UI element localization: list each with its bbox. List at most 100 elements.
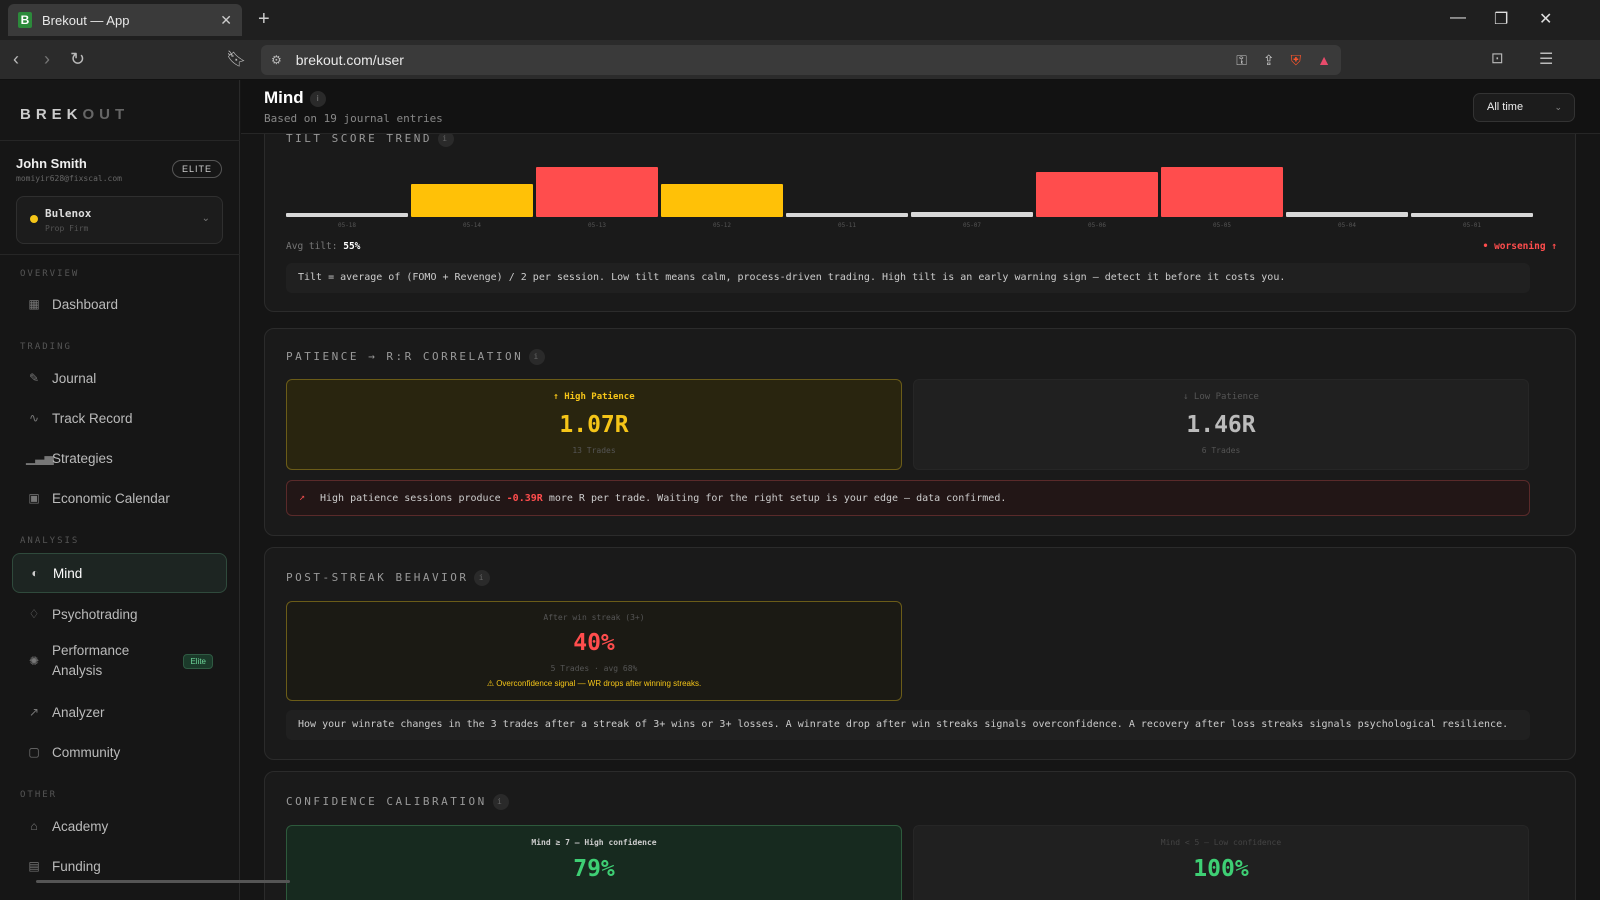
info-icon[interactable]: i [309,90,326,107]
sidebar-item-funding[interactable]: ▤ Funding [12,848,227,884]
signal-bars-icon: ▁▃▅ [26,451,54,465]
lightbulb-icon: ♢ [28,607,40,621]
page-title: Mind i [264,88,326,108]
graduation-cap-icon: ⌂ [30,819,38,833]
section-trading: TRADING [20,342,72,352]
tilt-date-label: 05-11 [837,222,857,229]
tilt-bar-05-13[interactable] [536,167,658,217]
patience-correlation-card: PATIENCE → R:R CORRELATION i ↑ High Patie… [264,328,1576,536]
high-confidence-value: 79% [573,856,615,882]
tilt-bar-05-01[interactable] [1411,213,1533,217]
brekout-logo[interactable]: BREKOUT [20,106,129,123]
site-settings-icon[interactable]: ⚙ [271,53,282,67]
pencil-icon: ✎ [28,371,40,385]
sidebar: BREKOUT John Smith momiyir628@fixscal.co… [0,80,240,900]
chevron-down-icon: ⌄ [1554,102,1562,112]
user-email: momiyir628@fixscal.com [16,174,122,183]
tilt-date-label: 05-07 [962,222,982,229]
info-icon[interactable]: i [474,570,491,586]
restore-icon[interactable]: ❐ [1494,9,1508,29]
firm-status-dot [30,215,38,223]
key-icon[interactable]: ⚿ [1236,52,1247,69]
briefcase-icon: ▤ [28,859,40,873]
trending-up-icon: ↗ [28,705,40,719]
activity-icon: ∿ [28,411,40,425]
minimize-icon[interactable]: — [1450,9,1466,27]
tilt-bar-05-04[interactable] [1286,212,1408,217]
tilt-bar-05-18[interactable] [286,213,408,217]
card-title: CONFIDENCE CALIBRATION i [286,794,509,810]
post-streak-card: POST-STREAK BEHAVIOR i After win streak (… [264,547,1576,760]
tilt-bar-05-11[interactable] [786,213,908,217]
calendar-icon: ▣ [28,491,40,505]
tilt-date-axis: 05-18 05-14 05-13 05-12 05-11 05-07 05-06 05-05… [286,222,1536,232]
section-analysis: ANALYSIS [20,536,80,546]
elite-pill: Elite [183,653,213,669]
tilt-date-label: 05-05 [1212,222,1232,229]
high-patience-value: 1.07R [559,412,629,438]
brain-icon: ◐ [31,566,39,580]
sidebar-item-journal[interactable]: ✎ Journal [12,360,227,396]
win-streak-box: After win streak (3+) 40% 5 Trades · avg… [286,601,902,701]
bookmark-icon[interactable]: 🔖︎ [226,49,246,69]
new-tab-icon[interactable]: + [258,8,270,31]
tilt-bar-05-06[interactable] [1036,172,1158,217]
share-icon[interactable]: ⇪ [1263,52,1275,69]
tilt-bar-05-05[interactable] [1161,167,1283,217]
low-confidence-value: 100% [1193,856,1249,882]
streak-note: How your winrate changes in the 3 trades… [286,710,1530,740]
sidebar-item-psychotrading[interactable]: ♢ Psychotrading [12,596,227,632]
browser-tab[interactable]: B Brekout — App ✕ [8,4,242,36]
chat-icon: ▢ [28,745,40,759]
menu-icon[interactable]: ☰ [1539,49,1553,69]
forward-icon[interactable]: › [44,49,50,70]
info-icon[interactable]: i [492,794,509,810]
firm-name: Bulenox [45,207,92,220]
close-window-icon[interactable]: ✕ [1539,9,1552,29]
tilt-date-label: 05-06 [1087,222,1107,229]
page-subtitle: Based on 19 journal entries [264,112,443,125]
sidebar-item-dashboard[interactable]: ▦ Dashboard [12,286,227,322]
info-icon[interactable]: i [529,349,546,365]
sidebar-item-economic-calendar[interactable]: ▣ Economic Calendar [12,480,227,516]
reload-icon[interactable]: ↻ [70,49,85,70]
brave-rewards-icon[interactable]: ▲ [1317,52,1331,68]
divider [0,140,240,141]
avg-tilt: Avg tilt: 55% [286,241,361,252]
back-icon[interactable]: ‹ [13,49,19,70]
browser-toolbar: ‹ › ↻ 🔖︎ ⚙ brekout.com/user ⚿ ⇪ ⛨ ▲ ⊡ ☰ [0,40,1600,80]
card-title: POST-STREAK BEHAVIOR i [286,570,491,586]
prop-firm-selector[interactable]: Bulenox Prop Firm ⌄ [16,196,223,244]
tilt-note: Tilt = average of (FOMO + Revenge) / 2 p… [286,263,1530,293]
sidebar-item-academy[interactable]: ⌂ Academy [12,808,227,844]
firm-type: Prop Firm [45,224,89,233]
low-patience-box: ↓ Low Patience 1.46R 6 Trades [913,379,1529,470]
plan-badge: ELITE [172,160,223,178]
tilt-bar-05-07[interactable] [911,212,1033,217]
user-name: John Smith [16,156,87,171]
address-bar[interactable]: ⚙ brekout.com/user ⚿ ⇪ ⛨ ▲ [261,45,1341,75]
tilt-bar-05-14[interactable] [411,184,533,217]
horizontal-scrollbar[interactable] [36,880,290,883]
sidebar-item-analyzer[interactable]: ↗ Analyzer [12,694,227,730]
sidebar-item-track-record[interactable]: ∿ Track Record [12,400,227,436]
tilt-date-label: 05-12 [712,222,732,229]
tab-title: Brekout — App [42,12,130,28]
reader-mode-icon[interactable]: ⊡ [1491,49,1504,67]
grid-icon: ▦ [28,297,40,311]
url-text: brekout.com/user [295,52,404,68]
sidebar-item-performance-analysis[interactable]: ✺ Performance Analysis Elite [12,637,227,685]
overconfidence-warning: ⚠ Overconfidence signal — WR drops after… [486,679,702,688]
sidebar-item-community[interactable]: ▢ Community [12,734,227,770]
close-tab-icon[interactable]: ✕ [220,12,232,29]
card-title: PATIENCE → R:R CORRELATION i [286,349,546,365]
sidebar-item-strategies[interactable]: ▁▃▅ Strategies [12,440,227,476]
tilt-bar-05-12[interactable] [661,184,783,217]
high-confidence-box: Mind ≥ 7 — High confidence 79% [286,825,902,900]
section-other: OTHER [20,790,58,800]
browser-tab-bar: B Brekout — App ✕ + — ❐ ✕ [0,0,1600,40]
sidebar-item-mind[interactable]: ◐ Mind [12,553,227,593]
brave-shield-icon[interactable]: ⛨ [1291,52,1302,69]
time-range-select[interactable]: All time ⌄ [1473,93,1575,122]
low-patience-value: 1.46R [1186,412,1256,438]
